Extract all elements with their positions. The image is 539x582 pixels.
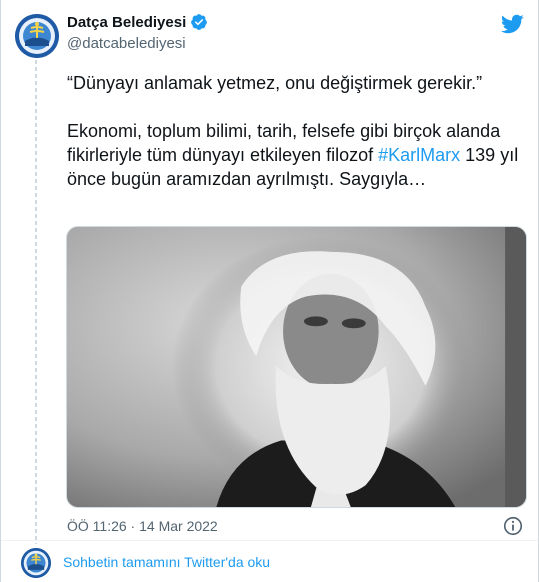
author-name-row[interactable]: Datça Belediyesi xyxy=(67,13,208,31)
portrait-photo xyxy=(67,227,526,507)
info-icon[interactable] xyxy=(502,515,524,537)
verified-badge-icon xyxy=(191,14,208,30)
thread-connector-line xyxy=(35,60,37,544)
footer-divider xyxy=(1,540,538,541)
tweet-quote: “Dünyayı anlamak yetmez, onu değiştirmek… xyxy=(67,73,483,93)
embedded-tweet-card: Datça Belediyesi @datcabelediyesi “Dünya… xyxy=(0,0,539,582)
author-display-name[interactable]: Datça Belediyesi xyxy=(67,14,186,31)
tweet-text: “Dünyayı anlamak yetmez, onu değiştirmek… xyxy=(67,71,527,191)
reply-avatar[interactable] xyxy=(21,548,51,578)
twitter-bird-icon[interactable] xyxy=(500,12,524,36)
municipality-seal-icon xyxy=(21,548,51,578)
tweet-timestamp[interactable]: ÖÖ 11:26 · 14 Mar 2022 xyxy=(67,518,218,534)
author-avatar[interactable] xyxy=(15,14,59,58)
read-conversation-link[interactable]: Sohbetin tamamını Twitter'da oku xyxy=(63,554,270,570)
tweet-photo[interactable] xyxy=(66,226,527,508)
tweet-body: Ekonomi, toplum bilimi, tarih, felsefe g… xyxy=(67,119,527,191)
hashtag-link[interactable]: #KarlMarx xyxy=(378,145,460,165)
author-handle[interactable]: @datcabelediyesi xyxy=(67,35,186,52)
municipality-seal-icon xyxy=(15,14,59,58)
